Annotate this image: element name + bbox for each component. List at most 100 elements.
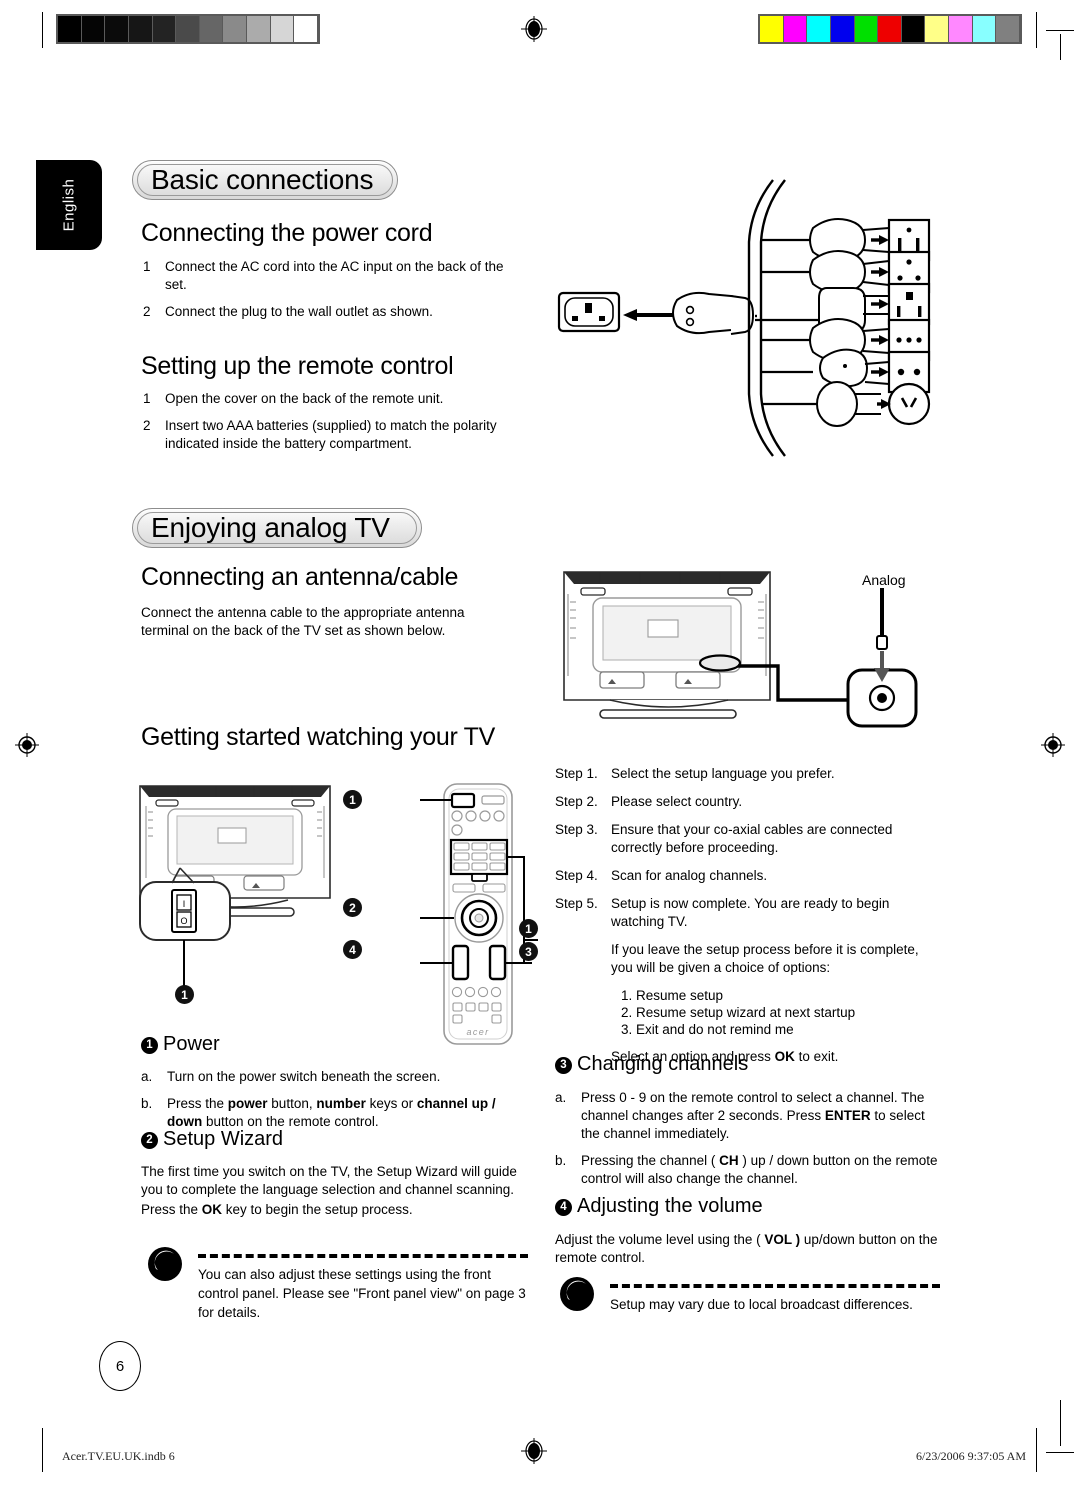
grayscale-swatch [199, 16, 224, 42]
registration-mark-right [1040, 732, 1066, 758]
list-item-text: Connect the plug to the wall outlet as s… [165, 304, 433, 319]
footer-trim-left [42, 1428, 43, 1472]
list-item-text: Press the power button, number keys or c… [167, 1096, 496, 1129]
text-adjusting-volume: Adjust the volume level using the ( VOL … [555, 1232, 938, 1265]
list-item-number: 1 [143, 391, 151, 406]
list-item-text: Turn on the power switch beneath the scr… [167, 1069, 441, 1084]
grayscale-swatch [294, 16, 318, 42]
grayscale-swatch [176, 16, 200, 42]
list-item: 2 Connect the plug to the wall outlet as … [143, 303, 525, 321]
step-text: Please select country. [611, 794, 743, 809]
note-front-panel-text: You can also adjust these settings using… [198, 1267, 526, 1320]
heading-setting-up-remote: Setting up the remote control [141, 352, 454, 380]
diagram-tv-rear-power-switch: I O [132, 778, 342, 1018]
heading-setup-wizard-label: Setup Wizard [163, 1128, 284, 1150]
list-setup-steps: Step 1. Select the setup language you pre… [555, 765, 940, 1076]
svg-text:O: O [180, 916, 187, 926]
step-text: Scan for analog channels. [611, 868, 768, 883]
trim-mark-top-right [1046, 30, 1074, 31]
list-changing-channels-items: a. Press 0 - 9 on the remote control to … [555, 1089, 940, 1197]
trim-mark-right-edge [1060, 34, 1061, 60]
footer-trim-right [1036, 1428, 1037, 1472]
list-item-number: 2 [143, 304, 151, 319]
step-key: Step 3. [555, 822, 598, 837]
callout-remote-1-numbers: 1 [519, 919, 538, 938]
color-swatch [830, 16, 855, 42]
list-item: 1. Resume setup [621, 988, 724, 1003]
diagram-power-cord [545, 168, 945, 458]
color-swatch [878, 16, 902, 42]
list-item: Step 2. Please select country. [555, 793, 940, 811]
step-text: Select the setup language you prefer. [611, 766, 835, 781]
manual-page: English Basic connections Connecting the… [0, 0, 1080, 1487]
step-text: Setup is now complete. You are ready to … [611, 896, 890, 929]
language-tab-label: English [60, 178, 78, 232]
registration-mark-top [521, 16, 547, 42]
grayscale-swatch [270, 16, 295, 42]
heading-power: 1 Power [141, 1033, 220, 1056]
diagram-remote-control: acer [420, 780, 540, 1050]
heading-setup-wizard: 2 Setup Wizard [141, 1128, 283, 1151]
color-swatch [807, 16, 831, 42]
color-swatch [972, 16, 997, 42]
note-divider [610, 1284, 940, 1288]
bullet-number-adjusting-volume: 4 [555, 1199, 572, 1216]
heading-connecting-power-cord: Connecting the power cord [141, 219, 433, 247]
footer-timestamp: 6/23/2006 9:37:05 AM [916, 1449, 1027, 1463]
list-item: b. Pressing the channel ( CH ) up / down… [555, 1152, 940, 1188]
registration-mark-bottom [521, 1438, 547, 1464]
acer-note-icon [146, 1245, 184, 1283]
callout-remote-1-power: 1 [343, 790, 362, 809]
svg-text:I: I [183, 899, 186, 909]
bullet-number-changing-channels: 3 [555, 1057, 572, 1074]
heading-getting-started: Getting started watching your TV [141, 723, 496, 751]
bullet-number-power: 1 [141, 1037, 158, 1054]
text-connecting-antenna: Connect the antenna cable to the appropr… [141, 605, 465, 638]
trim-mark-left [42, 12, 43, 48]
footer-trim-bottom-right [1046, 1452, 1074, 1453]
color-swatch [901, 16, 926, 42]
banner-enjoying-analog-tv: Enjoying analog TV [132, 508, 422, 548]
grayscale-swatch [152, 16, 177, 42]
grayscale-swatch [58, 16, 82, 42]
step-key: Step 4. [555, 868, 598, 883]
note-divider [198, 1254, 528, 1258]
heading-adjusting-volume-label: Adjusting the volume [577, 1195, 763, 1217]
footer-filename: Acer.TV.EU.UK.indb 6 [62, 1449, 175, 1463]
color-swatch [925, 16, 949, 42]
setup-exit-options: 1. Resume setup 2. Resume setup wizard a… [621, 987, 940, 1038]
bullet-number-setup-wizard: 2 [141, 1132, 158, 1149]
list-item: Step 4. Scan for analog channels. [555, 867, 940, 885]
grayscale-swatch [105, 16, 129, 42]
step-key: Step 1. [555, 766, 598, 781]
list-item-key: a. [141, 1069, 153, 1084]
color-swatch [996, 16, 1020, 42]
grayscale-swatch [223, 16, 247, 42]
list-item-text: Connect the AC cord into the AC input on… [165, 259, 504, 292]
color-swatch [949, 16, 973, 42]
grayscale-swatch [128, 16, 153, 42]
banner-basic-connections-label: Basic connections [151, 164, 374, 195]
list-item-key: a. [555, 1090, 567, 1105]
list-item-text: Pressing the channel ( CH ) up / down bu… [581, 1153, 938, 1186]
color-swatch [854, 16, 879, 42]
diagram-antenna-label: Analog [862, 572, 906, 588]
list-item-text: Press 0 - 9 on the remote control to sel… [581, 1090, 925, 1141]
grayscale-swatch [81, 16, 106, 42]
list-item: 3. Exit and do not remind me [621, 1022, 794, 1037]
list-item-key: b. [555, 1153, 567, 1168]
list-item-text: Insert two AAA batteries (supplied) to m… [165, 418, 497, 451]
list-item: Step 3. Ensure that your co-axial cables … [555, 821, 940, 857]
color-swatch [783, 16, 808, 42]
list-item-text: Open the cover on the back of the remote… [165, 391, 444, 406]
color-calibration-strip [758, 14, 1022, 44]
heading-connecting-antenna: Connecting an antenna/cable [141, 563, 459, 591]
list-item: 2. Resume setup wizard at next startup [621, 1005, 856, 1020]
list-item-number: 2 [143, 418, 151, 433]
text-setup-wizard-intro: The first time you switch on the TV, the… [141, 1164, 517, 1197]
list-item: b. Press the power button, number keys o… [141, 1095, 531, 1131]
list-item: a. Press 0 - 9 on the remote control to … [555, 1089, 940, 1143]
callout-tv-power: 1 [175, 985, 194, 1004]
step-key: Step 5. [555, 896, 598, 911]
page-number-badge: 6 [99, 1341, 141, 1391]
